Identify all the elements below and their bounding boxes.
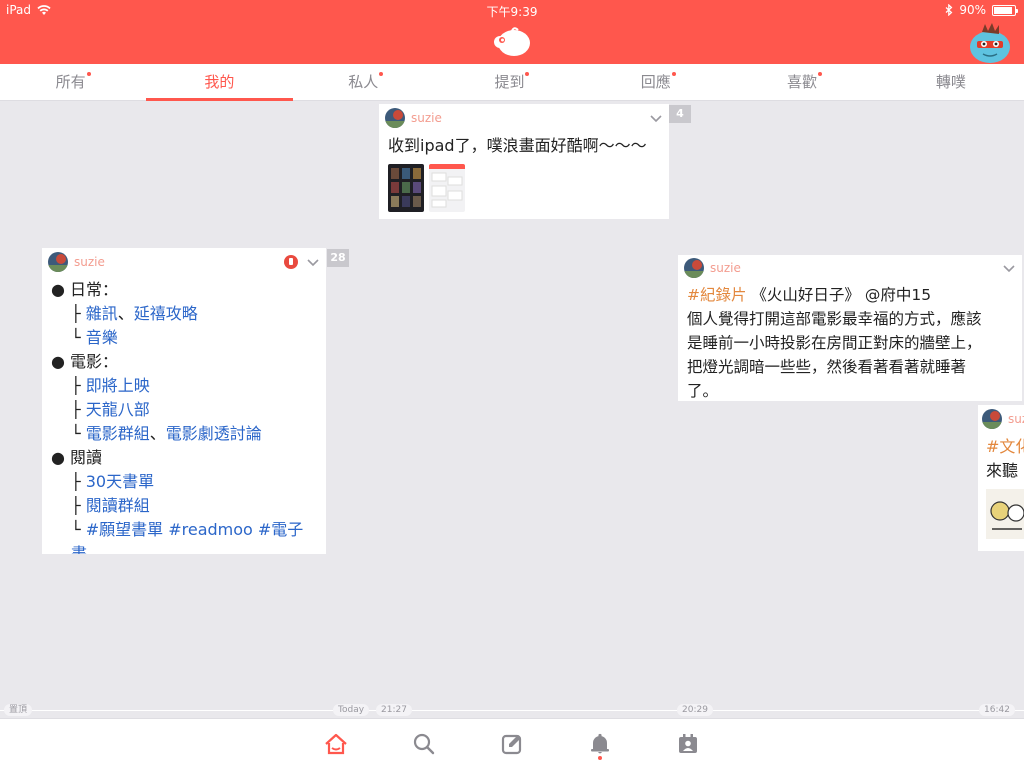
status-time: 下午9:39 (486, 5, 538, 19)
timeline-time-label: 21:27 (376, 704, 412, 716)
plurk-card[interactable]: suzie #紀錄片 《火山好日子》 @府中15 個人覺得打開這部電影最幸福的方… (678, 255, 1022, 401)
unread-dot (671, 72, 676, 76)
link[interactable]: 即將上映 (86, 376, 150, 395)
photo-thumbnail[interactable] (986, 489, 1024, 539)
tab-responses[interactable]: 回應 (585, 64, 731, 100)
tab-likes[interactable]: 喜歡 (731, 64, 877, 100)
notification-dot (598, 756, 602, 760)
username[interactable]: suzie (1008, 412, 1024, 426)
compose-icon[interactable] (499, 731, 525, 757)
photo-thumbnail[interactable] (429, 164, 465, 212)
bottom-nav (0, 718, 1024, 768)
profile-card-icon[interactable] (675, 731, 701, 757)
tab-mentions[interactable]: 提到 (439, 64, 585, 100)
timeline-scrubber[interactable]: 置頂 Today 21:27 20:29 16:42 (0, 703, 1024, 717)
bell-icon[interactable] (587, 731, 613, 757)
tab-replurks[interactable]: 轉噗 (878, 64, 1024, 100)
link[interactable]: 電影群組 (86, 424, 150, 443)
plurk-text: #紀錄片 《火山好日子》 @府中15 個人覺得打開這部電影最幸福的方式，應該 是… (687, 286, 982, 400)
battery-percent: 90% (959, 3, 986, 17)
unread-dot (86, 72, 91, 76)
chevron-down-icon[interactable] (306, 255, 320, 269)
tab-private[interactable]: 私人 (293, 64, 439, 100)
battery-icon (992, 4, 1018, 16)
plurk-logo-icon[interactable] (492, 26, 532, 58)
hashtag[interactable]: #紀錄片 (687, 286, 747, 304)
tab-mine[interactable]: 我的 (146, 64, 293, 101)
user-avatar-icon[interactable] (968, 22, 1012, 64)
bluetooth-icon (945, 4, 953, 16)
search-icon[interactable] (411, 731, 437, 757)
link[interactable]: 天龍八部 (86, 400, 150, 419)
home-icon[interactable] (323, 731, 349, 757)
link[interactable]: #願望書單 #readmoo #電子書 (71, 520, 303, 554)
chevron-down-icon[interactable] (649, 111, 663, 125)
user-avatar-icon[interactable] (982, 409, 1002, 429)
photo-thumbnail[interactable] (388, 164, 424, 212)
timeline-pinned-label[interactable]: 置頂 (4, 704, 33, 716)
link[interactable]: 30天書單 (86, 472, 154, 491)
username[interactable]: suzie (710, 261, 1002, 275)
timeline-time-label: 16:42 (979, 704, 1015, 716)
timeline-today-label[interactable]: Today (333, 704, 370, 716)
username[interactable]: suzie (411, 111, 649, 125)
user-avatar-icon[interactable] (684, 258, 704, 278)
user-avatar-icon[interactable] (48, 252, 68, 272)
unread-dot (818, 72, 823, 76)
plurk-text: ● 日常： ├ 雜訊、延禧攻略 └ 音樂 ● 電影： ├ 即將上映 ├ 天龍八部… (42, 276, 326, 554)
tab-all[interactable]: 所有 (0, 64, 146, 100)
unread-dot (525, 72, 530, 76)
app-header: iPad 下午9:39 90% (0, 0, 1024, 64)
plurk-text: #文化 來聽 (978, 433, 1024, 546)
plurk-card[interactable]: suzie ● 日常： ├ 雜訊、延禧攻略 └ 音樂 ● 電影： ├ 即將上映 … (42, 248, 326, 554)
hashtag[interactable]: #文化 (986, 435, 1024, 459)
chevron-down-icon[interactable] (1002, 261, 1016, 275)
link[interactable]: 音樂 (86, 328, 118, 347)
pin-icon[interactable] (284, 255, 298, 269)
user-avatar-icon[interactable] (385, 108, 405, 128)
link[interactable]: 延禧攻略 (134, 304, 198, 323)
link[interactable]: 電影劇透討論 (166, 424, 262, 443)
plurk-card[interactable]: suzie 收到ipad了，噗浪畫面好酷啊～～～ (379, 104, 669, 219)
filter-tabs: 所有 我的 私人 提到 回應 喜歡 轉噗 (0, 64, 1024, 101)
timeline-time-label: 20:29 (677, 704, 713, 716)
status-bar: iPad 下午9:39 90% (0, 0, 1024, 20)
link[interactable]: 雜訊 (86, 304, 118, 323)
response-count[interactable]: 28 (327, 249, 349, 267)
unread-dot (379, 72, 384, 76)
username[interactable]: suzie (74, 255, 284, 269)
link[interactable]: 閱讀群組 (86, 496, 150, 515)
plurk-text: 收到ipad了，噗浪畫面好酷啊～～～ (388, 136, 647, 155)
response-count[interactable]: 4 (669, 105, 691, 123)
plurk-card[interactable]: suzie #文化 來聽 (978, 405, 1024, 551)
